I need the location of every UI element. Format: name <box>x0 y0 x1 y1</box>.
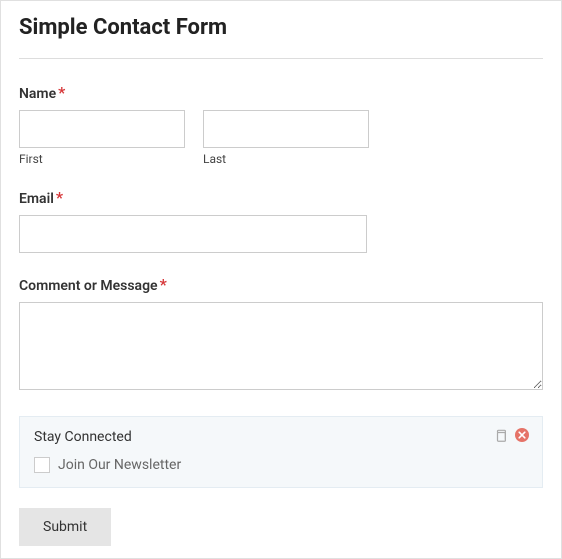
first-name-input[interactable] <box>19 110 185 148</box>
email-label: Email <box>19 191 54 207</box>
email-required: * <box>56 188 63 207</box>
delete-icon[interactable] <box>514 427 530 447</box>
name-row: First Last <box>19 110 543 166</box>
name-label: Name <box>19 86 56 102</box>
comment-field-group: Comment or Message* <box>19 275 543 394</box>
name-field-group: Name* First Last <box>19 83 543 166</box>
newsletter-box: Stay Connected Join Our Newsletter <box>19 416 543 488</box>
email-field-group: Email* <box>19 188 543 253</box>
last-name-sublabel: Last <box>203 152 369 166</box>
submit-button[interactable]: Submit <box>19 508 111 546</box>
comment-label: Comment or Message <box>19 278 158 294</box>
first-name-col: First <box>19 110 185 166</box>
newsletter-checkbox[interactable] <box>34 457 50 473</box>
form-title: Simple Contact Form <box>19 15 543 40</box>
last-name-col: Last <box>203 110 369 166</box>
comment-textarea[interactable] <box>19 302 543 390</box>
comment-required: * <box>160 275 167 294</box>
newsletter-checkbox-row: Join Our Newsletter <box>34 457 528 473</box>
last-name-input[interactable] <box>203 110 369 148</box>
newsletter-title: Stay Connected <box>34 429 528 445</box>
email-input[interactable] <box>19 215 367 253</box>
first-name-sublabel: First <box>19 152 185 166</box>
contact-form-container: Simple Contact Form Name* First Last Ema… <box>0 0 562 559</box>
newsletter-option-label: Join Our Newsletter <box>58 457 181 473</box>
divider <box>19 58 543 59</box>
newsletter-actions <box>494 427 530 447</box>
name-required: * <box>58 83 65 102</box>
duplicate-icon[interactable] <box>494 428 508 447</box>
